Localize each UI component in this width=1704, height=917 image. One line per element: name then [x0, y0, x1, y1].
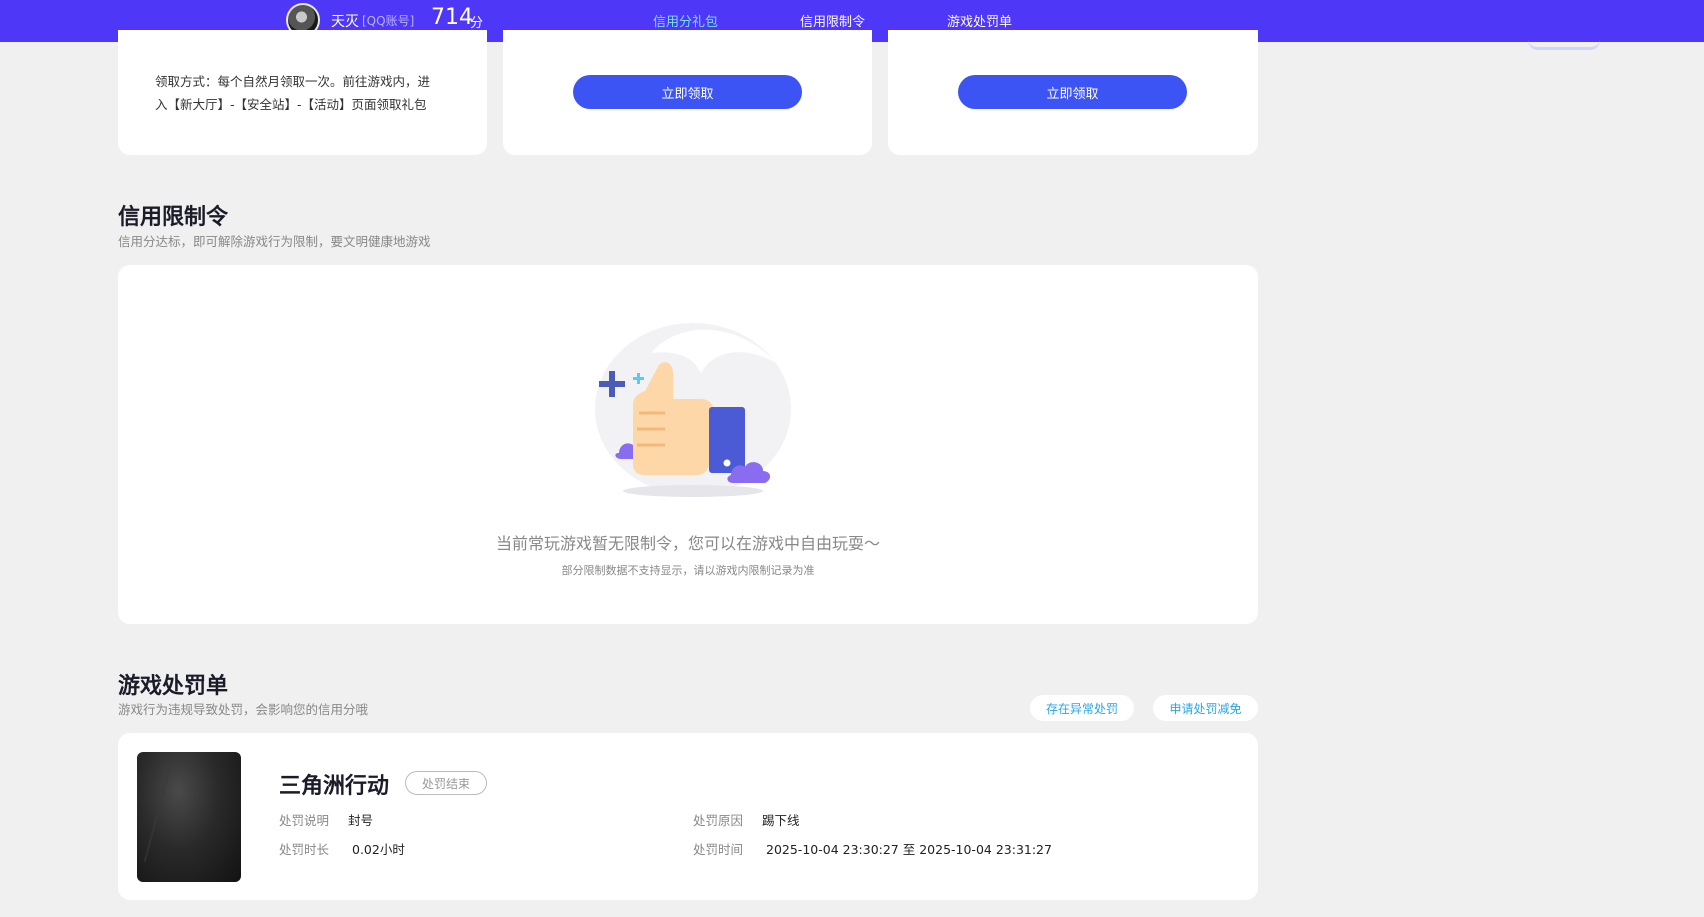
penalty-time-value: 2025-10-04 23:30:27 至 2025-10-04 23:31:2… — [766, 842, 1052, 857]
penalty-time-label: 处罚时间 — [693, 842, 744, 857]
credit-score-unit: 分 — [470, 16, 484, 31]
claim-button[interactable]: 立即领取 — [573, 75, 802, 109]
penalty-reason-label: 处罚原因 — [693, 813, 744, 828]
section-title-penalty: 游戏处罚单 — [118, 674, 229, 699]
section-subtitle-penalty: 游戏行为违规导致处罚，会影响您的信用分哦 — [118, 702, 369, 717]
penalty-reason-value: 踢下线 — [762, 813, 800, 828]
section-title-restriction: 信用限制令 — [118, 205, 229, 230]
tab-game-penalty[interactable]: 游戏处罚单 — [947, 11, 1012, 30]
abnormal-penalty-button[interactable]: 存在异常处罚 — [1030, 695, 1134, 721]
section-subtitle-restriction: 信用分达标，即可解除游戏行为限制，要文明健康地游戏 — [118, 234, 431, 249]
decorative-curve — [1528, 40, 1600, 50]
empty-state-message: 当前常玩游戏暂无限制令，您可以在游戏中自由玩耍～ — [495, 534, 880, 553]
empty-state-note: 部分限制数据不支持显示，请以游戏内限制记录为准 — [561, 564, 815, 577]
status-badge: 处罚结束 — [405, 771, 487, 795]
game-thumbnail — [137, 752, 241, 882]
claim-button[interactable]: 立即领取 — [958, 75, 1187, 109]
appeal-penalty-button[interactable]: 申请处罚减免 — [1153, 695, 1258, 721]
tab-credit-gift[interactable]: 信用分礼包 — [653, 11, 718, 30]
game-name: 三角洲行动 — [279, 774, 390, 799]
user-name: 天灭 — [331, 14, 359, 30]
claim-method-line-2: 入【新大厅】-【安全站】-【活动】页面领取礼包 — [155, 97, 427, 112]
penalty-duration-label: 处罚时长 — [279, 842, 330, 857]
claim-method-text: 领取方式：每个自然月领取一次。前往游戏内，进 入【新大厅】-【安全站】-【活动】… — [155, 70, 455, 116]
account-type-label: [QQ账号] — [362, 14, 415, 28]
penalty-duration-value: 0.02小时 — [352, 842, 405, 857]
credit-score-value: 714 — [431, 5, 473, 30]
penalty-desc-label: 处罚说明 — [279, 813, 330, 828]
tab-credit-restriction[interactable]: 信用限制令 — [800, 11, 865, 30]
penalty-desc-value: 封号 — [348, 813, 374, 828]
thumbs-up-icon — [595, 323, 791, 497]
claim-method-line-1: 领取方式：每个自然月领取一次。前往游戏内，进 — [155, 74, 431, 89]
